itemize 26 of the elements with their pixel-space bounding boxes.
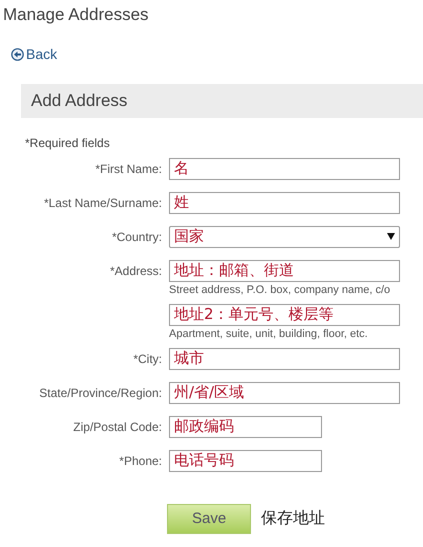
- input-field[interactable]: 地址：邮箱、街道: [169, 260, 400, 282]
- caret-icon: [387, 233, 395, 240]
- field-label: *Country:: [110, 228, 162, 246]
- field-label: *Address:: [108, 262, 162, 280]
- input-field[interactable]: 邮政编码: [169, 416, 322, 438]
- input-field[interactable]: 城市: [169, 348, 400, 370]
- save-annotation: 保存地址: [261, 508, 325, 529]
- input-field[interactable]: 电话号码: [169, 450, 322, 472]
- section-title: Add Address: [31, 90, 128, 110]
- field-label: *First Name:: [94, 160, 162, 178]
- field-label: *Phone:: [118, 452, 162, 470]
- page-title: Manage Addresses: [3, 4, 150, 26]
- input-field[interactable]: 名: [169, 158, 400, 180]
- save-button[interactable]: Save: [167, 504, 251, 534]
- field-hint: Apartment, suite, unit, building, floor, etc.: [169, 328, 369, 340]
- field-label: *Last Name/Surname:: [42, 194, 162, 212]
- input-field[interactable]: 州/省/区域: [169, 382, 400, 404]
- field-hint: Street address, P.O. box, company name, c/o: [169, 284, 392, 296]
- input-field[interactable]: 地址2：单元号、楼层等: [169, 304, 400, 326]
- back-link[interactable]: Back: [11, 46, 58, 62]
- field-label: State/Province/Region:: [38, 384, 162, 402]
- field-label: *City:: [132, 350, 162, 368]
- field-label: Zip/Postal Code:: [72, 418, 162, 436]
- input-field[interactable]: 姓: [169, 192, 400, 214]
- required-note: *Required fields: [25, 136, 111, 150]
- country-select[interactable]: 国家: [169, 226, 400, 248]
